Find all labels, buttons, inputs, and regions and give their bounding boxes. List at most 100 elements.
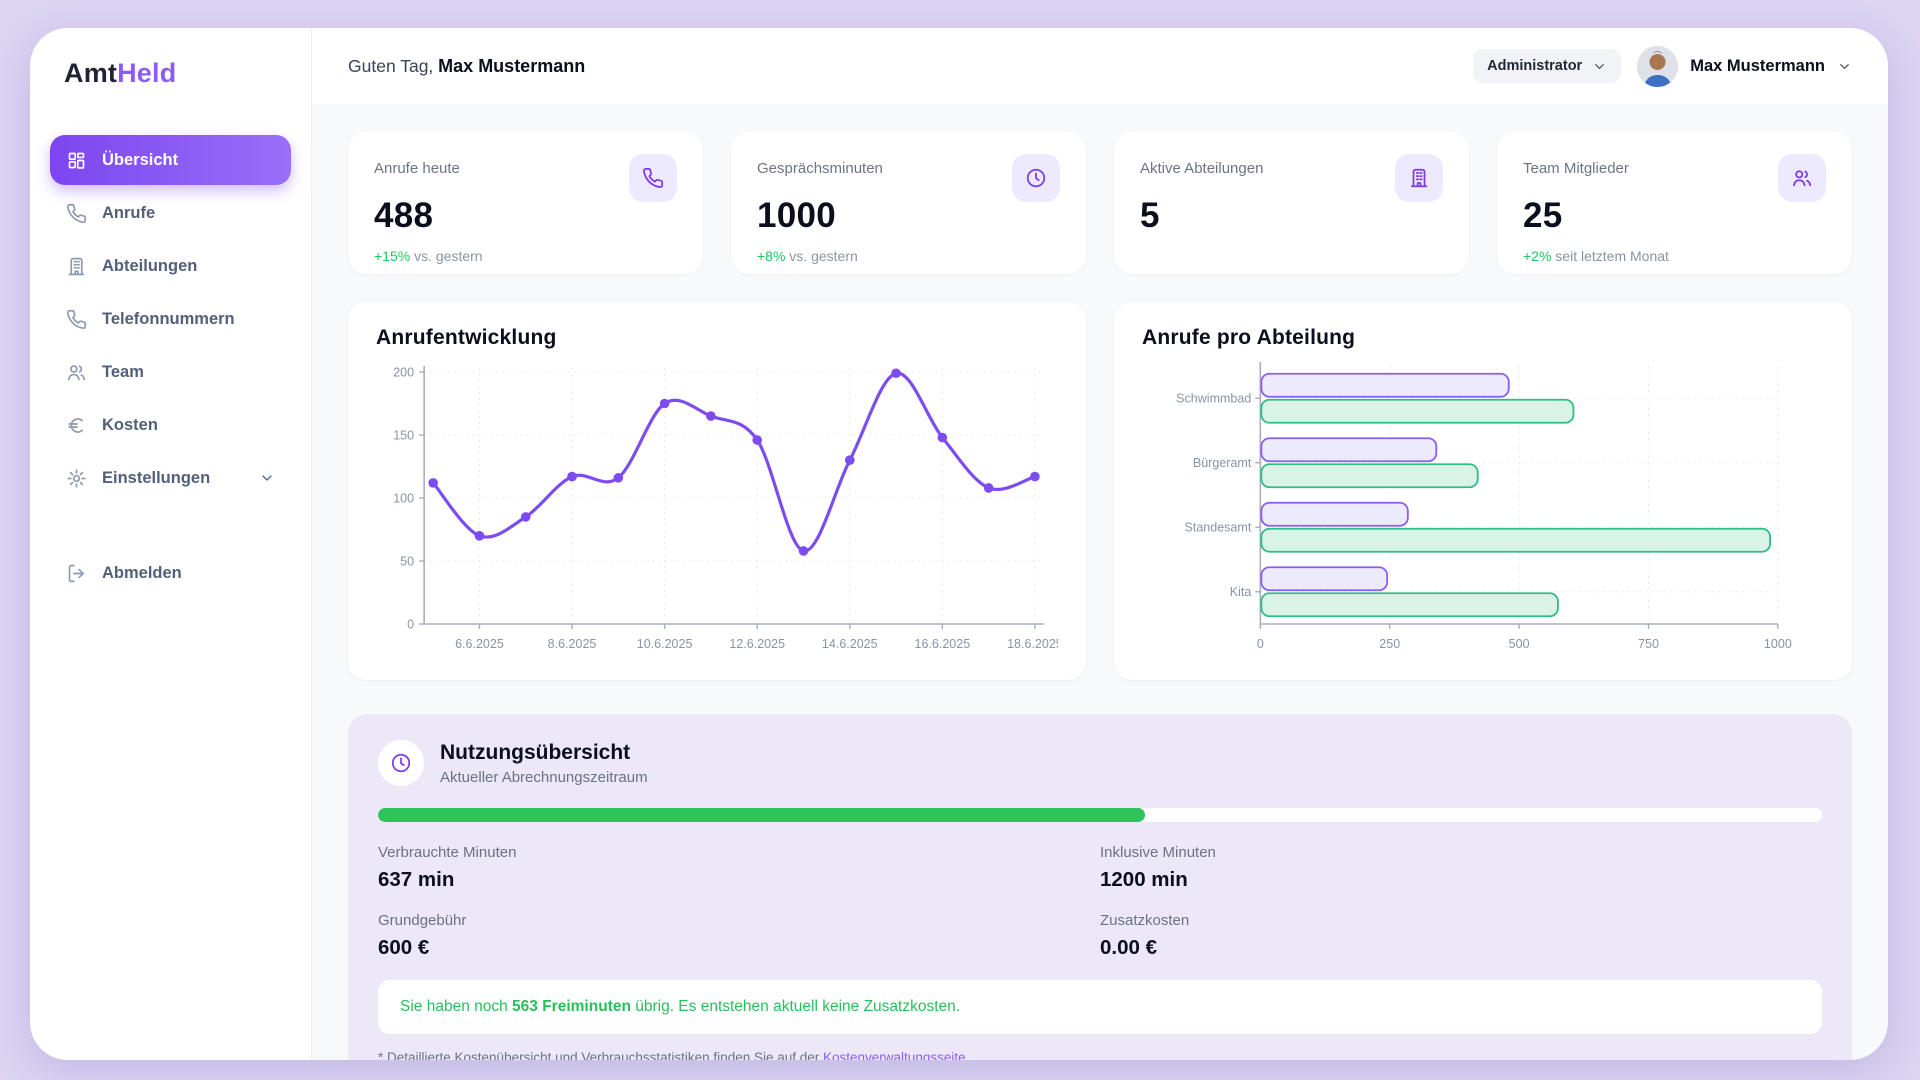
stat-delta: +2% seit letztem Monat xyxy=(1523,248,1826,264)
sidebar-item-label: Telefonnummern xyxy=(102,310,235,329)
svg-text:250: 250 xyxy=(1379,637,1400,651)
phone-icon xyxy=(66,309,87,330)
content: Anrufe heute 488 +15% vs. gestern Gesprä… xyxy=(312,104,1888,1060)
usage-progress-track xyxy=(378,808,1822,822)
stat-card-team-mitglieder: Team Mitglieder 25 +2% seit letztem Mona… xyxy=(1497,132,1852,274)
sidebar-item-label: Einstellungen xyxy=(102,469,210,488)
brand-suffix: Held xyxy=(117,58,176,88)
role-select[interactable]: Administrator xyxy=(1473,49,1621,83)
logout-button[interactable]: Abmelden xyxy=(50,548,291,598)
svg-text:8.6.2025: 8.6.2025 xyxy=(548,637,597,651)
stat-delta-percent: +8% xyxy=(757,248,785,264)
sidebar-item-label: Übersicht xyxy=(102,151,178,170)
svg-text:18.6.2025: 18.6.2025 xyxy=(1007,637,1058,651)
user-menu[interactable]: Max Mustermann xyxy=(1637,46,1852,87)
stat-delta-percent: +15% xyxy=(374,248,410,264)
sidebar-item-einstellungen[interactable]: Einstellungen xyxy=(50,453,291,503)
sidebar-item-label: Kosten xyxy=(102,416,158,435)
main-area: Guten Tag, Max Mustermann Administrator xyxy=(312,28,1888,1060)
clock-icon xyxy=(1012,154,1060,202)
building-icon xyxy=(66,256,87,277)
usage-message-bold: 563 Freiminuten xyxy=(512,998,631,1015)
sidebar-item-team[interactable]: Team xyxy=(50,347,291,397)
usage-stat-label: Grundgebühr xyxy=(378,912,1100,929)
greeting-text: Guten Tag, xyxy=(348,56,433,76)
svg-text:Bürgeramt: Bürgeramt xyxy=(1193,456,1252,470)
svg-text:6.6.2025: 6.6.2025 xyxy=(455,637,504,651)
usage-stat-value: 600 € xyxy=(378,936,1100,960)
usage-title: Nutzungsübersicht xyxy=(440,741,648,765)
usage-stat-value: 0.00 € xyxy=(1100,936,1822,960)
usage-section: Nutzungsübersicht Aktueller Abrechnungsz… xyxy=(348,714,1852,1060)
stat-delta: +8% vs. gestern xyxy=(757,248,1060,264)
line-chart: 0501001502006.6.20258.6.202510.6.202512.… xyxy=(376,354,1058,666)
greeting: Guten Tag, Max Mustermann xyxy=(348,56,585,77)
stat-value: 1000 xyxy=(757,196,1060,236)
gear-icon xyxy=(66,468,87,489)
sidebar-nav: Übersicht Anrufe Abteilungen Telefonnumm… xyxy=(50,135,291,598)
sidebar-item-uebersicht[interactable]: Übersicht xyxy=(50,135,291,185)
sidebar: AmtHeld Übersicht Anrufe Abteilungen xyxy=(30,28,312,1060)
svg-text:Standesamt: Standesamt xyxy=(1185,521,1252,535)
svg-text:500: 500 xyxy=(1509,637,1530,651)
usage-stat-inklusive-minuten: Inklusive Minuten 1200 min xyxy=(1100,844,1822,892)
svg-text:200: 200 xyxy=(393,366,414,380)
stat-label: Team Mitglieder xyxy=(1523,154,1629,177)
logout-label: Abmelden xyxy=(102,564,182,583)
role-select-value: Administrator xyxy=(1487,58,1582,74)
stat-card-aktive-abteilungen: Aktive Abteilungen 5 xyxy=(1114,132,1469,274)
topbar: Guten Tag, Max Mustermann Administrator xyxy=(312,28,1888,104)
stat-card-gespraechsminuten: Gesprächsminuten 1000 +8% vs. gestern xyxy=(731,132,1086,274)
sidebar-item-anrufe[interactable]: Anrufe xyxy=(50,188,291,238)
brand-prefix: Amt xyxy=(64,58,117,88)
stat-delta: +15% vs. gestern xyxy=(374,248,677,264)
svg-text:Kita: Kita xyxy=(1230,585,1252,599)
stat-delta-text: seit letztem Monat xyxy=(1551,248,1669,264)
app-logo: AmtHeld xyxy=(50,58,291,89)
sidebar-item-abteilungen[interactable]: Abteilungen xyxy=(50,241,291,291)
usage-message-prefix: Sie haben noch xyxy=(400,998,512,1015)
usage-footnote: * Detaillierte Kostenübersicht und Verbr… xyxy=(378,1050,1822,1060)
users-icon xyxy=(1778,154,1826,202)
stat-card-anrufe-heute: Anrufe heute 488 +15% vs. gestern xyxy=(348,132,703,274)
usage-stat-label: Verbrauchte Minuten xyxy=(378,844,1100,861)
chevron-down-icon xyxy=(259,470,275,486)
sidebar-item-label: Team xyxy=(102,363,144,382)
usage-stat-verbrauchte-minuten: Verbrauchte Minuten 637 min xyxy=(378,844,1100,892)
svg-text:12.6.2025: 12.6.2025 xyxy=(729,637,785,651)
bar-chart-title: Anrufe pro Abteilung xyxy=(1142,326,1824,350)
dashboard-icon xyxy=(66,150,87,171)
usage-stat-label: Inklusive Minuten xyxy=(1100,844,1822,861)
svg-text:150: 150 xyxy=(393,429,414,443)
svg-text:100: 100 xyxy=(393,492,414,506)
usage-stat-grundgebuehr: Grundgebühr 600 € xyxy=(378,912,1100,960)
usage-progress-fill xyxy=(378,808,1145,822)
line-chart-card: Anrufentwicklung 0501001502006.6.20258.6… xyxy=(348,302,1086,680)
svg-text:750: 750 xyxy=(1638,637,1659,651)
usage-subtitle: Aktueller Abrechnungszeitraum xyxy=(440,769,648,786)
sidebar-item-telefonnummern[interactable]: Telefonnummern xyxy=(50,294,291,344)
euro-icon xyxy=(66,415,87,436)
greeting-user-name: Max Mustermann xyxy=(438,56,585,76)
users-icon xyxy=(66,362,87,383)
usage-message: Sie haben noch 563 Freiminuten übrig. Es… xyxy=(378,980,1822,1034)
cost-management-link[interactable]: Kostenverwaltungsseite xyxy=(823,1050,966,1060)
sidebar-item-kosten[interactable]: Kosten xyxy=(50,400,291,450)
stats-grid: Anrufe heute 488 +15% vs. gestern Gesprä… xyxy=(348,132,1852,274)
sidebar-item-label: Anrufe xyxy=(102,204,155,223)
stat-value: 5 xyxy=(1140,196,1443,236)
topbar-controls: Administrator Max Mustermann xyxy=(1473,46,1852,87)
chevron-down-icon xyxy=(1592,59,1607,74)
stat-value: 488 xyxy=(374,196,677,236)
chevron-down-icon xyxy=(1837,59,1852,74)
phone-icon xyxy=(629,154,677,202)
bar-chart-card: Anrufe pro Abteilung 02505007501000Schwi… xyxy=(1114,302,1852,680)
stat-delta-text: vs. gestern xyxy=(785,248,857,264)
stat-delta-text: vs. gestern xyxy=(410,248,482,264)
sidebar-item-label: Abteilungen xyxy=(102,257,197,276)
svg-text:0: 0 xyxy=(407,618,414,632)
svg-text:50: 50 xyxy=(400,555,414,569)
usage-stat-zusatzkosten: Zusatzkosten 0.00 € xyxy=(1100,912,1822,960)
stat-delta-percent: +2% xyxy=(1523,248,1551,264)
svg-text:Schwimmbad: Schwimmbad xyxy=(1176,392,1251,406)
